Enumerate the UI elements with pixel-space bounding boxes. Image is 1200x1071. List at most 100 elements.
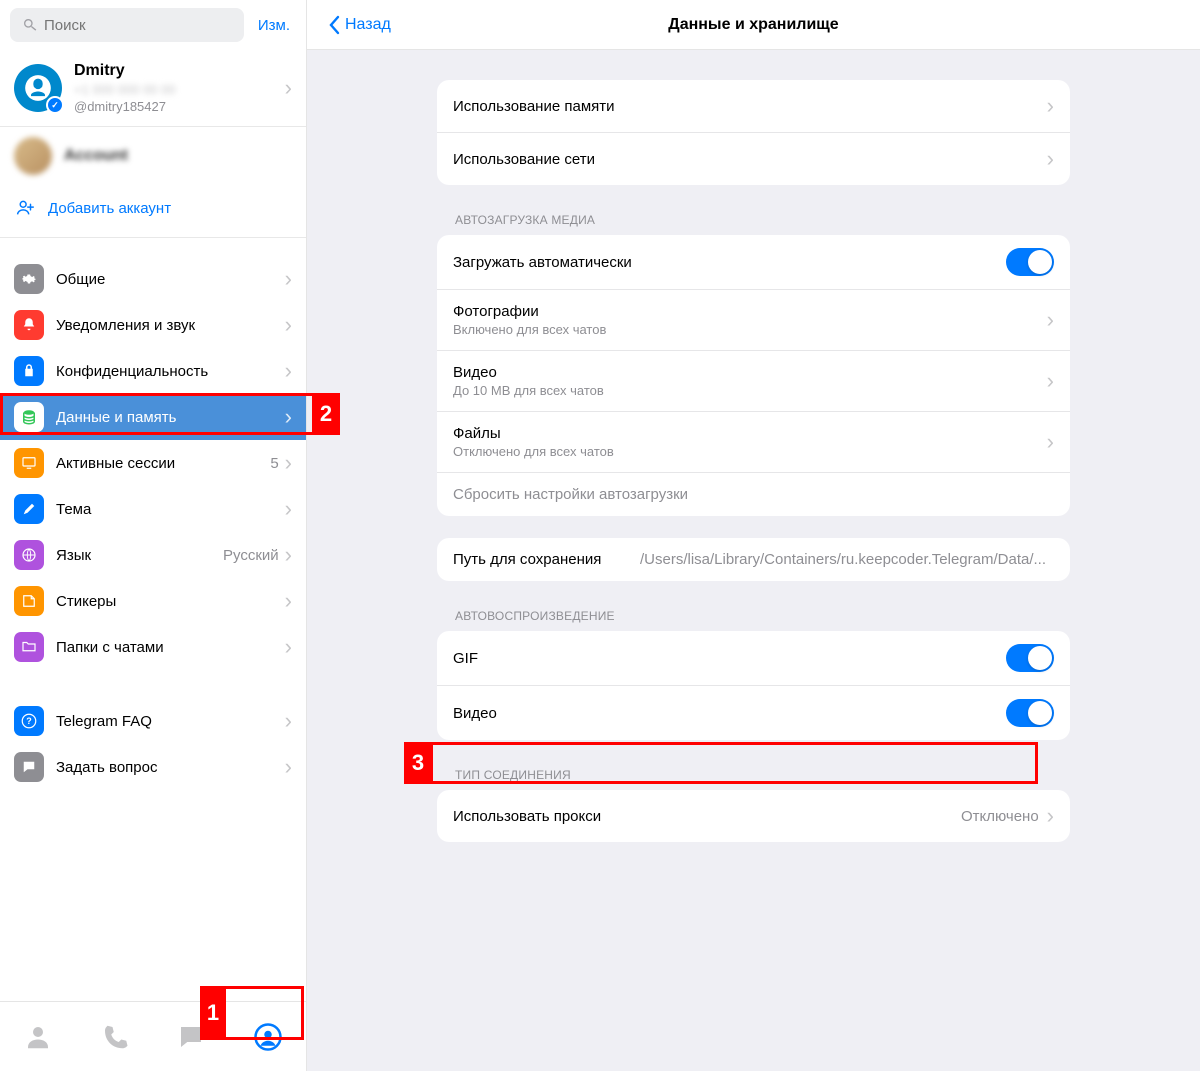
chevron-right-icon: ›	[285, 75, 292, 101]
row-label: GIF	[453, 650, 478, 667]
autoplay-header: АВТОВОСПРОИЗВЕДЕНИЕ	[437, 601, 1070, 631]
connection-header: ТИП СОЕДИНЕНИЯ	[437, 760, 1070, 790]
chevron-right-icon: ›	[285, 634, 292, 660]
row-label: Видео	[453, 364, 1047, 381]
back-button[interactable]: Назад	[327, 15, 391, 35]
chevron-right-icon: ›	[285, 542, 292, 568]
proxy-value: Отключено	[961, 808, 1039, 825]
row-sublabel: Включено для всех чатов	[453, 322, 1047, 337]
menu-data-label: Данные и память	[56, 409, 285, 426]
chevron-right-icon: ›	[1047, 429, 1054, 455]
menu-general[interactable]: Общие ›	[0, 256, 306, 302]
menu-sessions[interactable]: Активные сессии 5 ›	[0, 440, 306, 486]
profile-block[interactable]: Dmitry +1 000 000 00 00 @dmitry185427 ›	[0, 50, 306, 127]
row-label: Файлы	[453, 425, 1047, 442]
annotation-1: 1	[200, 986, 226, 1040]
chevron-right-icon: ›	[285, 450, 292, 476]
menu-faq[interactable]: ? Telegram FAQ ›	[0, 698, 306, 744]
menu-notifications[interactable]: Уведомления и звук ›	[0, 302, 306, 348]
devices-icon	[14, 448, 44, 478]
row-label: Использовать прокси	[453, 808, 601, 825]
row-gif[interactable]: GIF	[437, 631, 1070, 686]
chevron-right-icon: ›	[1047, 307, 1054, 333]
menu-language[interactable]: Язык Русский ›	[0, 532, 306, 578]
row-label: Сбросить настройки автозагрузки	[453, 486, 688, 503]
secondary-avatar	[14, 137, 52, 175]
tab-settings[interactable]	[237, 1012, 299, 1062]
secondary-account[interactable]: Account	[0, 127, 306, 185]
profile-name: Dmitry	[74, 62, 285, 80]
menu-language-label: Язык	[56, 547, 223, 564]
sidebar: Изм. Dmitry +1 000 000 00 00 @dmitry1854…	[0, 0, 307, 1071]
menu-data-storage[interactable]: Данные и память ›	[0, 394, 306, 440]
menu-ask[interactable]: Задать вопрос ›	[0, 744, 306, 790]
language-value: Русский	[223, 547, 279, 564]
back-label: Назад	[345, 16, 391, 34]
chevron-right-icon: ›	[1047, 146, 1054, 172]
video-autoplay-toggle[interactable]	[1006, 699, 1054, 727]
chevron-right-icon: ›	[285, 708, 292, 734]
sticker-icon	[14, 586, 44, 616]
menu-stickers[interactable]: Стикеры ›	[0, 578, 306, 624]
search-input[interactable]	[44, 17, 232, 34]
question-icon: ?	[14, 706, 44, 736]
secondary-name: Account	[64, 147, 128, 165]
add-account-button[interactable]: Добавить аккаунт	[0, 185, 306, 238]
main-panel: Назад Данные и хранилище Использование п…	[307, 0, 1200, 1071]
annotation-2: 2	[312, 393, 340, 435]
tab-calls[interactable]	[84, 1012, 146, 1062]
lock-icon	[14, 356, 44, 386]
menu-privacy[interactable]: Конфиденциальность ›	[0, 348, 306, 394]
row-save-path[interactable]: Путь для сохранения /Users/lisa/Library/…	[437, 538, 1070, 581]
sidebar-top: Изм.	[0, 0, 306, 50]
gear-icon	[14, 264, 44, 294]
chevron-right-icon: ›	[285, 754, 292, 780]
chevron-right-icon: ›	[285, 358, 292, 384]
row-auto-download[interactable]: Загружать автоматически	[437, 235, 1070, 290]
verified-badge-icon	[46, 96, 64, 114]
menu-faq-label: Telegram FAQ	[56, 713, 285, 730]
chat-bubble-icon	[14, 752, 44, 782]
usage-group: Использование памяти › Использование сет…	[437, 80, 1070, 185]
sessions-count: 5	[270, 455, 278, 472]
row-storage-usage[interactable]: Использование памяти ›	[437, 80, 1070, 133]
svg-text:?: ?	[26, 716, 32, 726]
menu-general-label: Общие	[56, 271, 285, 288]
profile-phone: +1 000 000 00 00	[74, 82, 285, 97]
chevron-right-icon: ›	[1047, 93, 1054, 119]
folder-icon	[14, 632, 44, 662]
tab-contacts[interactable]	[7, 1012, 69, 1062]
row-label: Фотографии	[453, 303, 1047, 320]
profile-handle: @dmitry185427	[74, 99, 285, 114]
chevron-right-icon: ›	[285, 312, 292, 338]
tab-bar	[0, 1001, 306, 1071]
search-field[interactable]	[10, 8, 244, 42]
menu-sessions-label: Активные сессии	[56, 455, 270, 472]
connection-group: Использовать прокси Отключено ›	[437, 790, 1070, 842]
chevron-left-icon	[327, 15, 341, 35]
menu-folders[interactable]: Папки с чатами ›	[0, 624, 306, 670]
row-video-autoplay[interactable]: Видео	[437, 686, 1070, 740]
annotation-3: 3	[404, 742, 432, 784]
settings-avatar-icon	[253, 1022, 283, 1052]
row-photos[interactable]: Фотографии Включено для всех чатов ›	[437, 290, 1070, 351]
menu-theme[interactable]: Тема ›	[0, 486, 306, 532]
row-video[interactable]: Видео До 10 MB для всех чатов ›	[437, 351, 1070, 412]
edit-button[interactable]: Изм.	[252, 17, 296, 34]
menu-theme-label: Тема	[56, 501, 285, 518]
settings-menu: Общие › Уведомления и звук › Конфиденциа…	[0, 238, 306, 790]
save-path-value: /Users/lisa/Library/Containers/ru.keepco…	[640, 551, 1046, 568]
row-label: Использование сети	[453, 151, 595, 168]
row-files[interactable]: Файлы Отключено для всех чатов ›	[437, 412, 1070, 473]
autoplay-group: GIF Видео	[437, 631, 1070, 740]
phone-icon	[100, 1022, 130, 1052]
auto-download-toggle[interactable]	[1006, 248, 1054, 276]
row-network-usage[interactable]: Использование сети ›	[437, 133, 1070, 185]
avatar	[14, 64, 62, 112]
chevron-right-icon: ›	[285, 588, 292, 614]
main-header: Назад Данные и хранилище	[307, 0, 1200, 50]
row-proxy[interactable]: Использовать прокси Отключено ›	[437, 790, 1070, 842]
gif-toggle[interactable]	[1006, 644, 1054, 672]
row-reset-autoload[interactable]: Сбросить настройки автозагрузки	[437, 473, 1070, 516]
database-icon	[14, 402, 44, 432]
